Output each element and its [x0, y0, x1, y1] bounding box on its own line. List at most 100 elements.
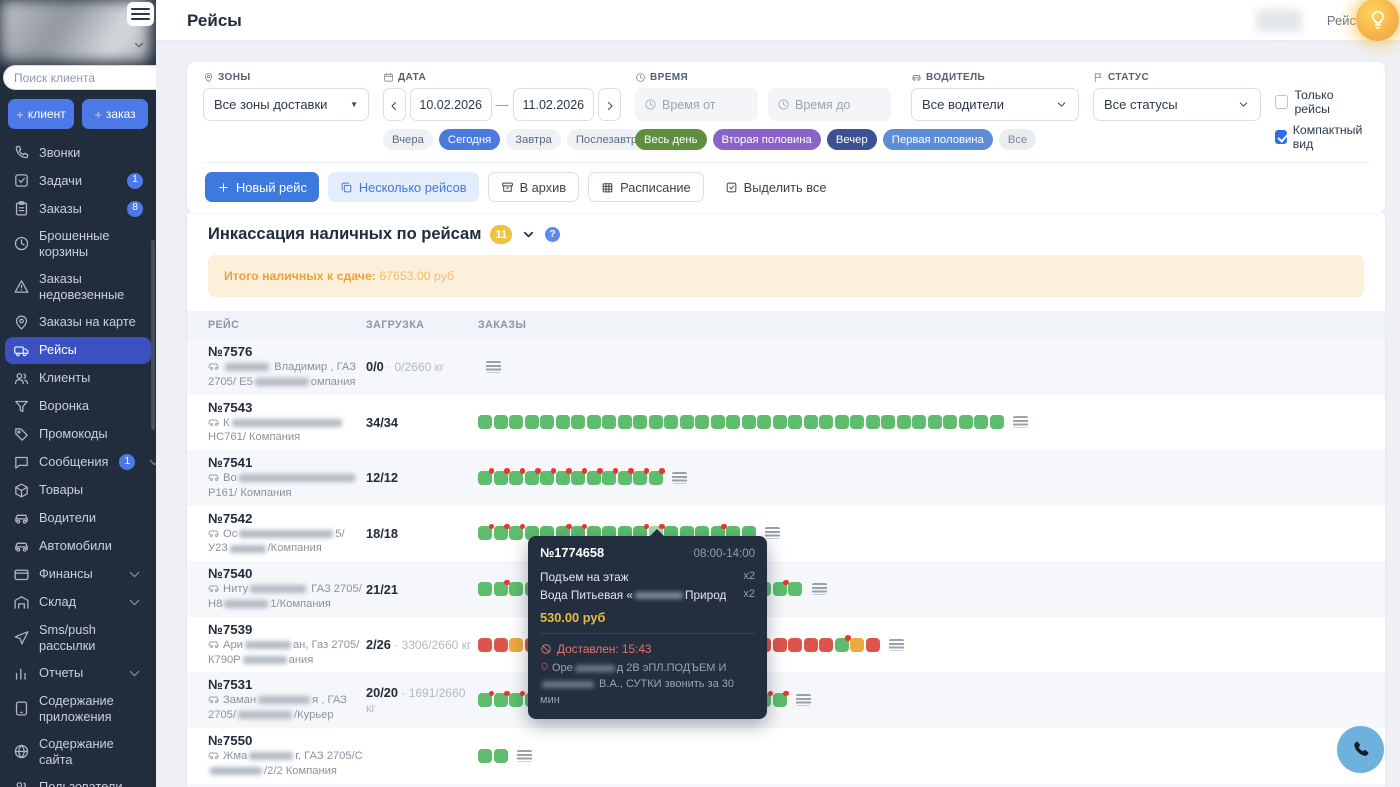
order-square[interactable] — [881, 415, 895, 429]
order-square[interactable] — [509, 693, 523, 707]
chevron-down-icon[interactable] — [132, 38, 146, 52]
order-square[interactable] — [478, 693, 492, 707]
action-несколько-рейсов[interactable]: Несколько рейсов — [328, 172, 479, 202]
order-square[interactable] — [711, 415, 725, 429]
order-square[interactable] — [773, 415, 787, 429]
order-list-icon[interactable] — [812, 583, 827, 595]
order-square[interactable] — [959, 415, 973, 429]
sidebar-item-задачи[interactable]: Задачи1 — [5, 167, 151, 194]
search-input[interactable] — [3, 65, 156, 90]
order-square[interactable] — [478, 582, 492, 596]
time-chip-вечер[interactable]: Вечер — [827, 129, 877, 150]
action-расписание[interactable]: Расписание — [588, 172, 704, 202]
route-row-7543[interactable]: №7543КНС761/ Компания34/34 — [187, 395, 1385, 451]
order-list-icon[interactable] — [672, 472, 687, 484]
sidebar-item-автомобили[interactable]: Автомобили — [5, 533, 151, 560]
topbar-right-link[interactable]: Рейс — [1327, 13, 1356, 28]
order-square[interactable] — [478, 415, 492, 429]
add-client-button[interactable]: + клиент — [8, 99, 74, 129]
order-square[interactable] — [788, 582, 802, 596]
order-square[interactable] — [695, 415, 709, 429]
order-square[interactable] — [478, 638, 492, 652]
order-square[interactable] — [773, 693, 787, 707]
order-square[interactable] — [819, 638, 833, 652]
order-square[interactable] — [943, 415, 957, 429]
order-list-icon[interactable] — [765, 527, 780, 539]
order-square[interactable] — [509, 471, 523, 485]
sidebar-item-воронка[interactable]: Воронка — [5, 393, 151, 420]
route-row-7550[interactable]: №7550Жмаг, ГАЗ 2705/С/2/2 Компания — [187, 728, 1385, 784]
order-list-icon[interactable] — [517, 750, 532, 762]
tips-button[interactable] — [1356, 0, 1399, 41]
order-square[interactable] — [571, 415, 585, 429]
order-square[interactable] — [618, 471, 632, 485]
order-square[interactable] — [494, 415, 508, 429]
sidebar-item-sms-push-рассылки[interactable]: Sms/push рассылки — [5, 617, 151, 659]
order-square[interactable] — [788, 638, 802, 652]
sidebar-scrollbar[interactable] — [151, 240, 155, 430]
order-square[interactable] — [540, 415, 554, 429]
order-square[interactable] — [726, 415, 740, 429]
order-square[interactable] — [494, 471, 508, 485]
order-square[interactable] — [866, 638, 880, 652]
time-from-input[interactable]: Время от — [635, 88, 758, 121]
sidebar-item-брошенные-корзины[interactable]: Брошенные корзины — [5, 223, 151, 265]
checkbox-компактный-вид[interactable]: Компактный вид — [1275, 123, 1369, 151]
order-square[interactable] — [990, 415, 1004, 429]
order-square[interactable] — [788, 415, 802, 429]
hamburger-menu-icon[interactable] — [127, 2, 154, 26]
zones-select[interactable]: Все зоны доставки ▼ — [203, 88, 369, 121]
driver-select[interactable]: Все водители — [911, 88, 1079, 121]
order-square[interactable] — [509, 638, 523, 652]
order-square[interactable] — [633, 415, 647, 429]
order-square[interactable] — [602, 471, 616, 485]
sidebar-item-заказы-недовезенные[interactable]: Заказы недовезенные — [5, 266, 151, 308]
order-square[interactable] — [757, 415, 771, 429]
time-chip-вторая-половина[interactable]: Вторая половина — [713, 129, 821, 150]
order-square[interactable] — [819, 415, 833, 429]
order-square[interactable] — [587, 471, 601, 485]
order-square[interactable] — [494, 582, 508, 596]
date-next-button[interactable] — [598, 88, 621, 121]
status-select[interactable]: Все статусы — [1093, 88, 1261, 121]
sidebar-item-финансы[interactable]: Финансы — [5, 561, 151, 588]
order-square[interactable] — [649, 415, 663, 429]
route-row-7542[interactable]: №7542Ос5/ У23/Компания18/18 — [187, 506, 1385, 562]
order-square[interactable] — [649, 471, 663, 485]
sidebar-item-промокоды[interactable]: Промокоды — [5, 421, 151, 448]
order-square[interactable] — [494, 638, 508, 652]
sidebar-item-содержание-сайта[interactable]: Содержание сайта — [5, 731, 151, 773]
order-square[interactable] — [571, 471, 585, 485]
order-square[interactable] — [478, 749, 492, 763]
order-square[interactable] — [633, 471, 647, 485]
order-square[interactable] — [525, 415, 539, 429]
route-row-7539[interactable]: №7539Ариан, Газ 2705/ К790Рания2/26 · 33… — [187, 617, 1385, 673]
order-square[interactable] — [509, 582, 523, 596]
order-square[interactable] — [850, 415, 864, 429]
date-chip-вчера[interactable]: Вчера — [383, 129, 433, 150]
sidebar-item-заказы-на-карте[interactable]: Заказы на карте — [5, 309, 151, 336]
date-prev-button[interactable] — [383, 88, 406, 121]
sidebar-item-склад[interactable]: Склад — [5, 589, 151, 616]
time-to-input[interactable]: Время до — [768, 88, 891, 121]
order-square[interactable] — [928, 415, 942, 429]
order-square[interactable] — [494, 749, 508, 763]
order-square[interactable] — [664, 415, 678, 429]
route-row-7541[interactable]: №7541ВоР161/ Компания12/12 — [187, 450, 1385, 506]
sidebar-item-отчеты[interactable]: Отчеты — [5, 660, 151, 687]
order-square[interactable] — [912, 415, 926, 429]
sidebar-item-сообщения[interactable]: Сообщения1 — [5, 449, 151, 476]
order-square[interactable] — [556, 471, 570, 485]
action-новый-рейс[interactable]: Новый рейс — [205, 172, 319, 202]
date-to-input[interactable]: 11.02.2026 — [513, 88, 595, 121]
order-square[interactable] — [509, 526, 523, 540]
order-square[interactable] — [587, 415, 601, 429]
order-square[interactable] — [866, 415, 880, 429]
order-square[interactable] — [773, 638, 787, 652]
route-row-7540[interactable]: №7540Ниту ГАЗ 2705/ Н81/Компания21/21 — [187, 561, 1385, 617]
time-chip-весь-день[interactable]: Весь день — [635, 129, 707, 150]
order-list-icon[interactable] — [486, 361, 501, 373]
order-square[interactable] — [478, 471, 492, 485]
order-square[interactable] — [494, 693, 508, 707]
sidebar-item-товары[interactable]: Товары — [5, 477, 151, 504]
